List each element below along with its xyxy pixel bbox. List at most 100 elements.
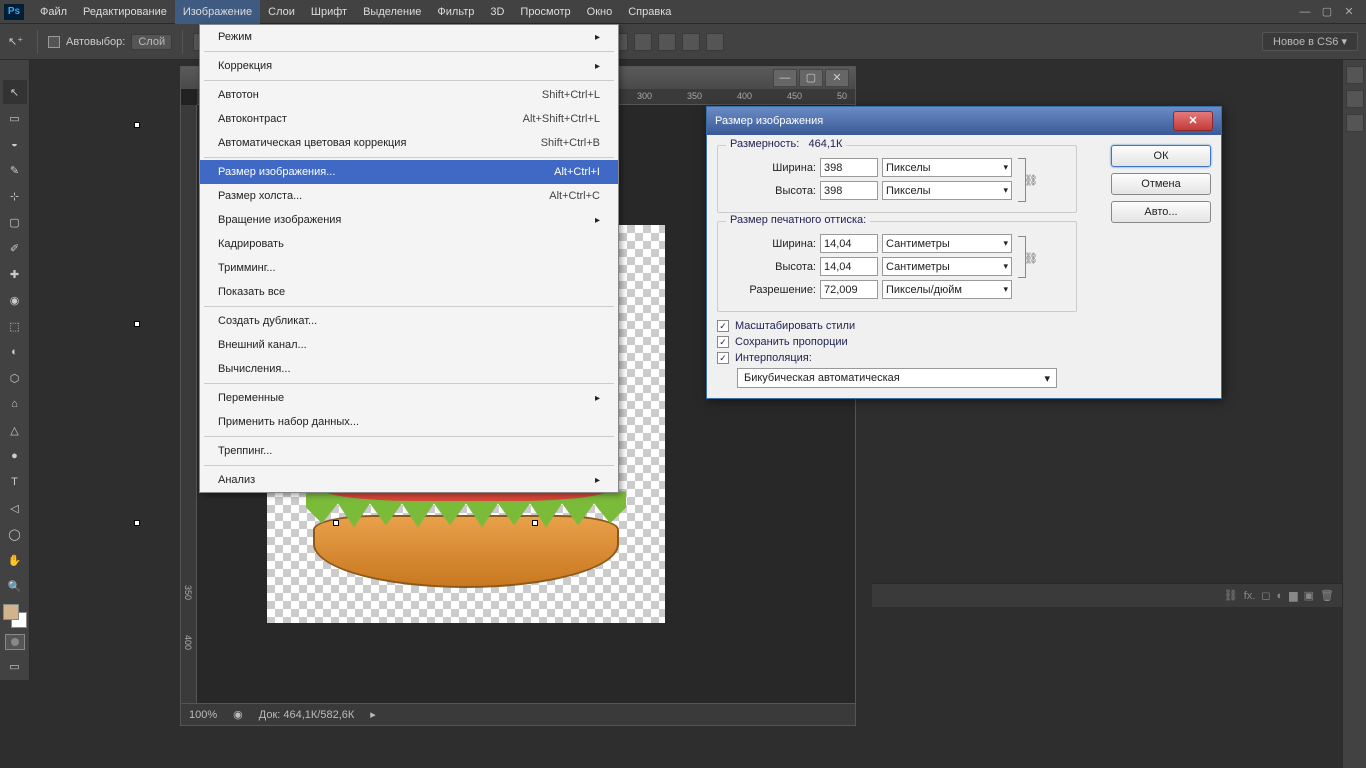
marquee-tool[interactable]: ▭ — [3, 106, 27, 130]
menu-type[interactable]: Шрифт — [303, 0, 355, 24]
menu-item[interactable]: Размер холста...Alt+Ctrl+C — [200, 184, 618, 208]
doc-maximize-button[interactable]: ▢ — [799, 69, 823, 87]
menu-item[interactable]: Переменные — [200, 386, 618, 410]
resolution-unit-select[interactable]: Пикселы/дюйм — [882, 280, 1012, 299]
layer-select[interactable]: Слой — [131, 34, 172, 50]
menu-item[interactable]: Внешний канал... — [200, 333, 618, 357]
panel-icon[interactable] — [1346, 90, 1364, 108]
menu-item[interactable]: Показать все — [200, 280, 618, 304]
maximize-icon[interactable]: ▢ — [1320, 5, 1334, 19]
print-width-unit-select[interactable]: Сантиметры — [882, 234, 1012, 253]
quick-mask-icon[interactable] — [5, 634, 25, 650]
link-icon[interactable]: ⛓ — [1224, 589, 1238, 602]
new-layer-icon[interactable]: ▣ — [1304, 589, 1314, 602]
dodge-tool[interactable]: △ — [3, 418, 27, 442]
hand-tool[interactable]: ✋ — [3, 548, 27, 572]
menu-help[interactable]: Справка — [620, 0, 679, 24]
path-tool[interactable]: ◁ — [3, 496, 27, 520]
crop-tool[interactable]: ⊹ — [3, 184, 27, 208]
dialog-close-button[interactable]: ✕ — [1173, 111, 1213, 131]
heal-tool[interactable]: ✐ — [3, 236, 27, 260]
screen-mode-icon[interactable]: ▭ — [3, 654, 27, 678]
panel-icon[interactable] — [1346, 66, 1364, 84]
menu-item[interactable]: Кадрировать — [200, 232, 618, 256]
3d-icon[interactable] — [634, 33, 652, 51]
menu-item[interactable]: Режим — [200, 25, 618, 49]
width-input[interactable] — [820, 158, 878, 177]
mask-icon[interactable]: ◻ — [1261, 589, 1270, 602]
history-brush-tool[interactable]: ⬚ — [3, 314, 27, 338]
cs6-dropdown[interactable]: Новое в CS6 ▾ — [1262, 32, 1358, 51]
menu-layers[interactable]: Слои — [260, 0, 303, 24]
ok-button[interactable]: ОК — [1111, 145, 1211, 167]
zoom-tool[interactable]: 🔍 — [3, 574, 27, 598]
menu-item[interactable]: Треппинг... — [200, 439, 618, 463]
doc-minimize-button[interactable]: — — [773, 69, 797, 87]
menu-window[interactable]: Окно — [579, 0, 621, 24]
auto-button[interactable]: Авто... — [1111, 201, 1211, 223]
menu-item[interactable]: Применить набор данных... — [200, 410, 618, 434]
stamp-tool[interactable]: ◉ — [3, 288, 27, 312]
color-swatch[interactable] — [3, 604, 27, 628]
scale-styles-checkbox[interactable]: ✓ — [717, 320, 729, 332]
print-height-input[interactable] — [820, 257, 878, 276]
autoselect-checkbox[interactable] — [48, 36, 60, 48]
adjustment-icon[interactable]: ◐ — [1277, 590, 1284, 602]
doc-close-button[interactable]: ✕ — [825, 69, 849, 87]
eyedropper-tool[interactable]: ▢ — [3, 210, 27, 234]
minimize-icon[interactable]: — — [1298, 5, 1312, 19]
panel-icon[interactable] — [1346, 114, 1364, 132]
fx-icon[interactable]: fx. — [1244, 590, 1256, 602]
menu-item[interactable]: Автоматическая цветовая коррекцияShift+C… — [200, 131, 618, 155]
status-icon[interactable]: ◉ — [233, 708, 243, 721]
type-tool[interactable]: T — [3, 470, 27, 494]
link-icon[interactable]: ⛓ — [1024, 252, 1038, 265]
height-input[interactable] — [820, 181, 878, 200]
close-icon[interactable]: ✕ — [1342, 5, 1356, 19]
menu-item[interactable]: Вращение изображения — [200, 208, 618, 232]
folder-icon[interactable]: ▆ — [1289, 589, 1297, 602]
resolution-input[interactable] — [820, 280, 878, 299]
constrain-checkbox[interactable]: ✓ — [717, 336, 729, 348]
menu-item[interactable]: Вычисления... — [200, 357, 618, 381]
menu-item[interactable]: Анализ — [200, 468, 618, 492]
resample-checkbox[interactable]: ✓ — [717, 352, 729, 364]
eraser-tool[interactable]: ◐ — [3, 340, 27, 364]
menu-item[interactable]: АвтотонShift+Ctrl+L — [200, 83, 618, 107]
move-tool[interactable]: ↖ — [3, 80, 27, 104]
zoom-label[interactable]: 100% — [189, 709, 217, 721]
wand-tool[interactable]: ✎ — [3, 158, 27, 182]
gradient-tool[interactable]: ⬡ — [3, 366, 27, 390]
stat-arrow-icon[interactable]: ▸ — [370, 708, 376, 721]
menu-file[interactable]: Файл — [32, 0, 75, 24]
menu-item[interactable]: Размер изображения...Alt+Ctrl+I — [200, 160, 618, 184]
brush-tool[interactable]: ✚ — [3, 262, 27, 286]
window-controls: — ▢ ✕ — [1298, 5, 1362, 19]
blur-tool[interactable]: ⌂ — [3, 392, 27, 416]
link-icon[interactable]: ⛓ — [1024, 174, 1038, 187]
width-unit-select[interactable]: Пикселы — [882, 158, 1012, 177]
menu-view[interactable]: Просмотр — [512, 0, 578, 24]
height-unit-select[interactable]: Пикселы — [882, 181, 1012, 200]
menu-item[interactable]: Создать дубликат... — [200, 309, 618, 333]
menu-select[interactable]: Выделение — [355, 0, 429, 24]
3d-icon[interactable] — [658, 33, 676, 51]
menu-filter[interactable]: Фильтр — [429, 0, 482, 24]
lasso-tool[interactable]: ◒ — [3, 132, 27, 156]
menu-item[interactable]: Тримминг... — [200, 256, 618, 280]
shape-tool[interactable]: ◯ — [3, 522, 27, 546]
cancel-button[interactable]: Отмена — [1111, 173, 1211, 195]
print-width-input[interactable] — [820, 234, 878, 253]
3d-icon[interactable] — [682, 33, 700, 51]
menu-item[interactable]: АвтоконтрастAlt+Shift+Ctrl+L — [200, 107, 618, 131]
pen-tool[interactable]: ● — [3, 444, 27, 468]
interpolation-select[interactable]: Бикубическая автоматическая — [737, 368, 1057, 388]
menu-3d[interactable]: 3D — [482, 0, 512, 24]
menu-edit[interactable]: Редактирование — [75, 0, 175, 24]
3d-icon[interactable] — [706, 33, 724, 51]
menu-item[interactable]: Коррекция — [200, 54, 618, 78]
dialog-titlebar[interactable]: Размер изображения ✕ — [707, 107, 1221, 135]
print-height-unit-select[interactable]: Сантиметры — [882, 257, 1012, 276]
menu-image[interactable]: Изображение — [175, 0, 260, 24]
trash-icon[interactable]: 🗑 — [1320, 589, 1334, 602]
